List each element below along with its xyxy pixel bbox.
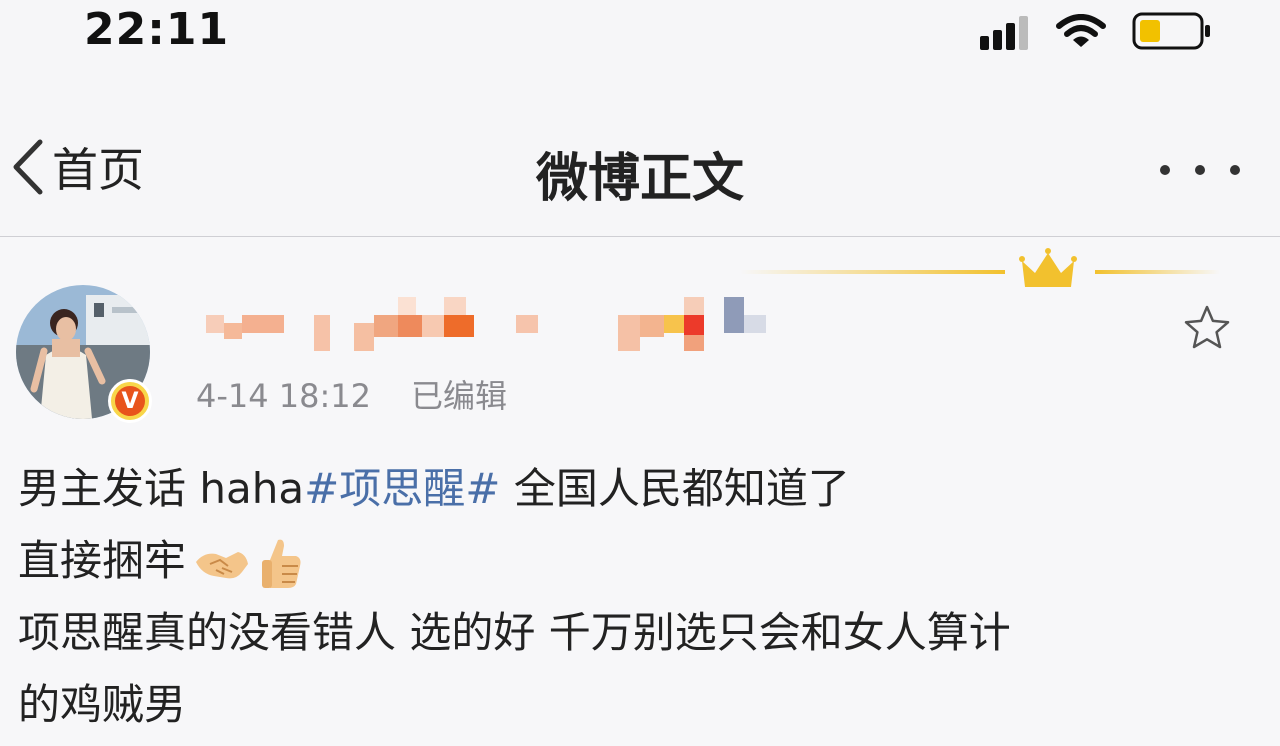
post-line-1: 男主发话 haha#项思醒# 全国人民都知道了 bbox=[18, 464, 850, 513]
page-title: 微博正文 bbox=[535, 149, 744, 209]
post-meta: 4-14 18:12 已编辑 bbox=[196, 371, 507, 417]
edited-label: 已编辑 bbox=[411, 377, 508, 415]
post-content: 男主发话 haha#项思醒# 全国人民都知道了 直接捆牢 项思醒真的没看错人 选… bbox=[18, 453, 1268, 741]
post-line-4: 的鸡贼男 bbox=[18, 680, 187, 729]
more-dot-icon bbox=[1195, 165, 1205, 175]
nav-bar: 首页 微博正文 bbox=[0, 70, 1280, 237]
post-line-2: 直接捆牢 bbox=[18, 525, 1268, 597]
crown-decoration-icon bbox=[740, 248, 1220, 287]
post-line-3: 项思醒真的没看错人 选的好 千万别选只会和女人算计 bbox=[18, 608, 1011, 657]
post-card: V 4-14 18:12 已编辑 男主发话 haha#项思醒# 全国人民都知道了 … bbox=[0, 237, 1280, 746]
handshake-emoji bbox=[196, 551, 249, 578]
battery-icon bbox=[1132, 12, 1210, 50]
star-icon[interactable] bbox=[1182, 303, 1232, 353]
more-dot-icon bbox=[1160, 165, 1170, 175]
more-dot-icon bbox=[1230, 165, 1240, 175]
status-bar: 22:11 bbox=[0, 0, 1280, 70]
more-options-button[interactable] bbox=[1160, 160, 1240, 180]
verified-badge: V bbox=[108, 379, 152, 423]
status-time: 22:11 bbox=[84, 4, 230, 55]
thumbs-up-emoji bbox=[262, 539, 301, 588]
post-date: 4-14 18:12 bbox=[196, 377, 372, 415]
username-pixelated[interactable] bbox=[196, 293, 776, 359]
cellular-signal-icon bbox=[980, 16, 1032, 50]
hashtag-link[interactable]: #项思醒# bbox=[304, 464, 500, 513]
verified-v: V bbox=[115, 386, 145, 416]
wifi-icon bbox=[1056, 14, 1106, 47]
